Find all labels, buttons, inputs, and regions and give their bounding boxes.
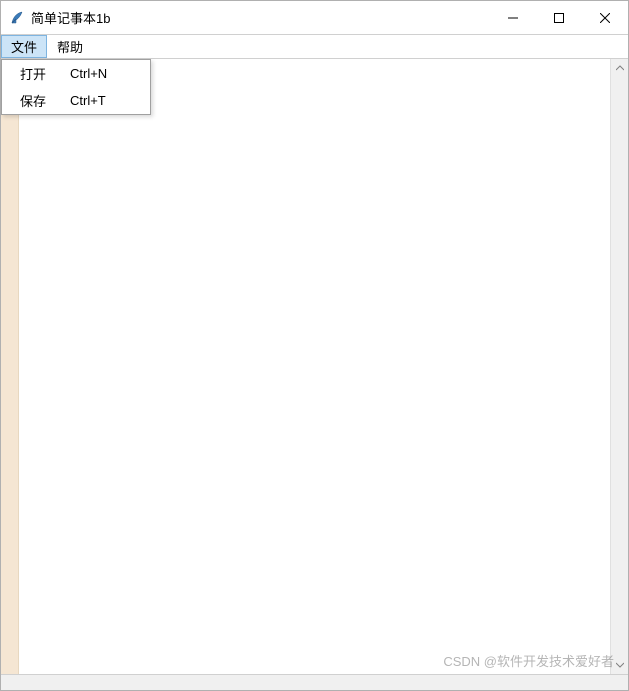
vertical-scrollbar[interactable] <box>610 59 628 674</box>
chevron-down-icon <box>616 662 624 668</box>
menu-item-open[interactable]: 打开 Ctrl+N <box>2 60 150 87</box>
scroll-down-button[interactable] <box>611 656 628 674</box>
statusbar <box>1 674 628 690</box>
scroll-up-button[interactable] <box>611 59 628 77</box>
menubar: 文件 帮助 <box>1 35 628 59</box>
close-button[interactable] <box>582 1 628 35</box>
menu-item-open-accel: Ctrl+N <box>70 66 107 81</box>
menu-help[interactable]: 帮助 <box>47 35 93 58</box>
minimize-button[interactable] <box>490 1 536 35</box>
menu-item-save-label: 保存 <box>20 91 54 110</box>
menu-help-label: 帮助 <box>57 37 83 56</box>
client-area <box>1 59 628 674</box>
menu-file-label: 文件 <box>11 37 37 56</box>
maximize-icon <box>554 13 564 23</box>
menu-item-save-accel: Ctrl+T <box>70 93 106 108</box>
menu-item-open-label: 打开 <box>20 64 54 83</box>
menu-file[interactable]: 文件 <box>1 35 47 58</box>
text-editor[interactable] <box>19 59 610 674</box>
chevron-up-icon <box>616 65 624 71</box>
app-window: 简单记事本1b 文件 帮助 打开 Ctrl+N 保存 Ctrl+T <box>0 0 629 691</box>
file-menu-dropdown: 打开 Ctrl+N 保存 Ctrl+T <box>1 59 151 115</box>
scroll-track[interactable] <box>611 77 628 656</box>
feather-icon <box>9 10 25 26</box>
minimize-icon <box>508 13 518 23</box>
window-controls <box>490 1 628 35</box>
window-title: 简单记事本1b <box>31 8 110 27</box>
close-icon <box>600 13 610 23</box>
menu-item-save[interactable]: 保存 Ctrl+T <box>2 87 150 114</box>
maximize-button[interactable] <box>536 1 582 35</box>
line-number-gutter <box>1 59 19 674</box>
titlebar[interactable]: 简单记事本1b <box>1 1 628 35</box>
